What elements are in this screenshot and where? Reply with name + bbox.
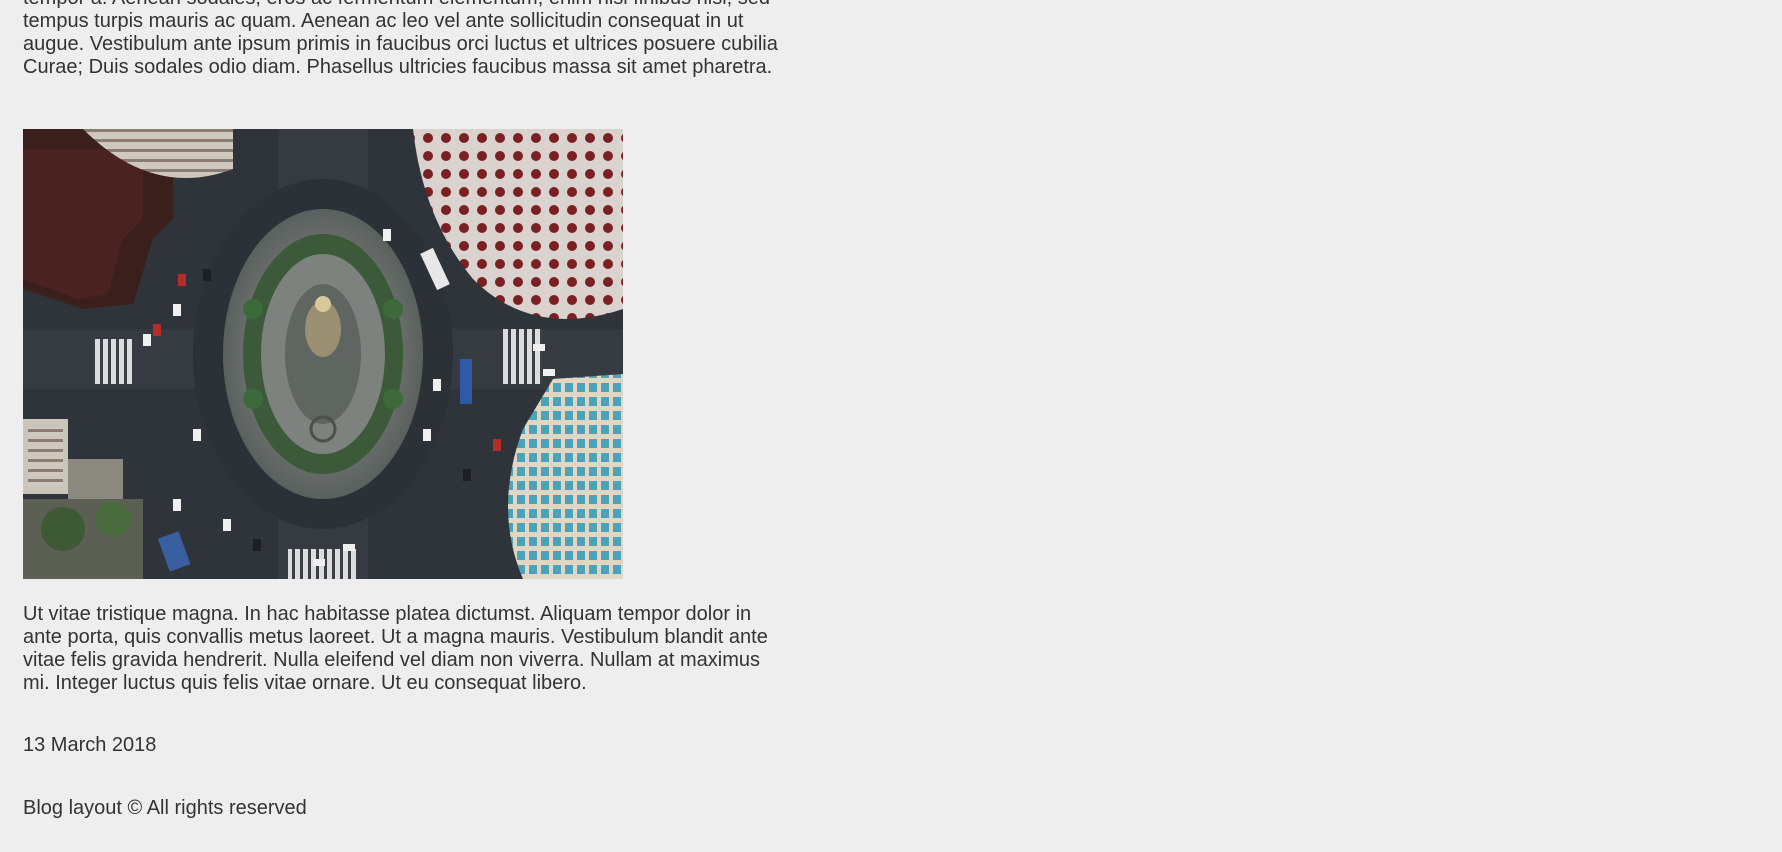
footer-copyright: Blog layout © All rights reserved (23, 797, 307, 819)
article-image-aerial-roundabout (23, 129, 623, 579)
article-paragraph: Ut vitae tristique magna. In hac habitas… (23, 603, 768, 694)
post-date: 13 March 2018 (23, 734, 157, 756)
article-paragraph: tempor a. Aenean sodales, eros ac fermen… (23, 0, 778, 78)
